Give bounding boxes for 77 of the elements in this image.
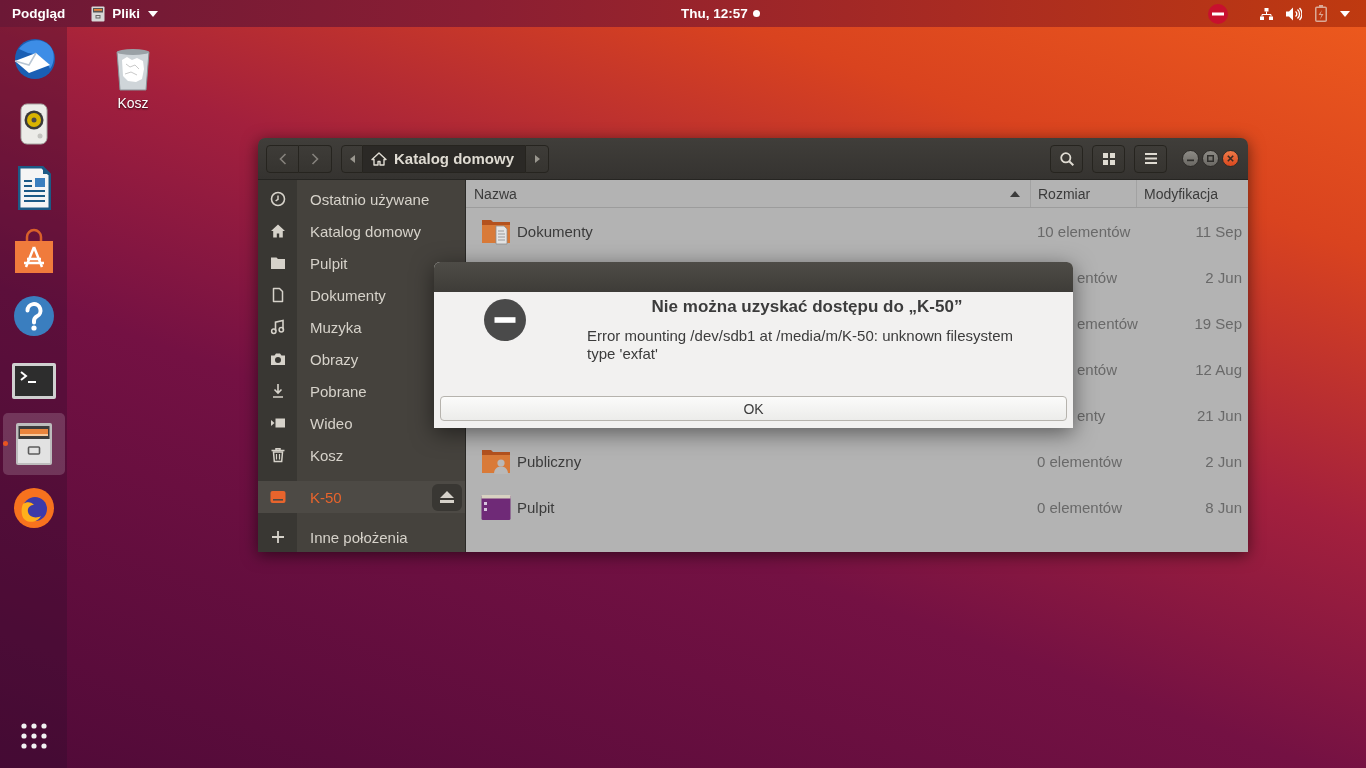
item-count: 10 elementów — [1037, 222, 1131, 240]
path-scroll-left-button[interactable] — [341, 144, 363, 173]
file-name: Dokumenty — [517, 222, 593, 240]
sidebar-item[interactable]: Ostatnio używane — [258, 183, 465, 215]
modified-date: 21 Jun — [1196, 406, 1242, 424]
search-button[interactable] — [1050, 144, 1083, 173]
triangle-left-icon — [349, 154, 355, 163]
item-count: ementów — [1077, 314, 1138, 332]
home-icon — [371, 151, 387, 166]
ok-button[interactable]: OK — [440, 396, 1067, 421]
sidebar-item[interactable]: Muzyka — [258, 311, 465, 343]
modified-date: 2 Jun — [1205, 452, 1242, 470]
chevron-right-icon — [311, 152, 319, 165]
eject-icon — [440, 491, 454, 503]
dock-launcher[interactable] — [3, 413, 65, 475]
desktop-shortcut[interactable]: Kosz — [98, 44, 168, 112]
close-icon — [1227, 155, 1234, 162]
modified-date: 8 Jun — [1205, 498, 1242, 516]
close-button[interactable] — [1222, 150, 1239, 167]
plus-icon — [270, 529, 286, 545]
file-name: Pulpit — [517, 498, 555, 516]
error-message: Error mounting /dev/sdb1 at /media/m/K-50: unknown filesystem type 'exfat' — [587, 327, 1015, 363]
error-icon — [484, 299, 526, 341]
app-grid-icon[interactable] — [20, 722, 48, 750]
item-count: 0 elementów — [1037, 452, 1123, 470]
path-scroll-right-button[interactable] — [525, 144, 549, 173]
battery-icon — [1315, 5, 1327, 22]
menu-button[interactable] — [1134, 144, 1167, 173]
caret-down-icon — [148, 10, 158, 17]
sidebar-item[interactable]: Kosz — [258, 439, 465, 471]
item-count: entów — [1077, 360, 1118, 378]
activities-button[interactable]: Podgląd — [0, 0, 78, 27]
modified-date: 19 Sep — [1194, 314, 1242, 332]
column-header[interactable]: Modyfikacja — [1136, 180, 1248, 207]
search-icon — [1059, 151, 1074, 166]
caret-down-icon — [1340, 10, 1350, 17]
grid-icon — [1102, 152, 1115, 165]
eject-button[interactable] — [432, 483, 462, 511]
modified-date: 12 Aug — [1195, 360, 1242, 378]
folder-icon — [270, 255, 286, 271]
triangle-right-icon — [534, 154, 540, 163]
minimize-button[interactable] — [1182, 150, 1199, 167]
network-icon — [1260, 7, 1273, 20]
drive-icon — [270, 489, 286, 505]
download-icon — [270, 383, 286, 399]
item-count: 0 elementów — [1037, 498, 1123, 516]
dialog-title: Nie można uzyskać dostępu do „K-50” — [650, 296, 964, 317]
volume-icon — [1286, 6, 1302, 21]
path-button[interactable]: Katalog domowy — [363, 144, 525, 173]
no-entry-icon[interactable] — [1208, 3, 1228, 24]
item-count: enty — [1077, 406, 1106, 424]
item-count: entów — [1077, 268, 1118, 286]
file-cabinet-icon — [91, 5, 106, 22]
camera-icon — [270, 351, 286, 367]
file-name: Publiczny — [517, 452, 582, 470]
menu-icon — [1144, 153, 1157, 164]
column-header[interactable]: Nazwa — [466, 180, 1030, 207]
maximize-icon — [1207, 155, 1214, 162]
clock-icon — [270, 191, 286, 207]
desktop-folder-icon — [481, 492, 511, 522]
sidebar-item[interactable]: Inne położenia — [258, 521, 465, 552]
document-icon — [270, 287, 286, 303]
trash-icon — [270, 447, 286, 463]
maximize-button[interactable] — [1202, 150, 1219, 167]
music-note-icon — [270, 319, 286, 335]
column-header[interactable]: Rozmiar — [1030, 180, 1136, 207]
chevron-left-icon — [278, 152, 287, 165]
sidebar-item[interactable]: Pulpit — [258, 247, 465, 279]
clock-button[interactable]: Thu, 12:57 — [681, 0, 760, 27]
home-icon — [270, 223, 286, 239]
modified-date: 11 Sep — [1195, 222, 1242, 240]
sidebar-item[interactable]: Katalog domowy — [258, 215, 465, 247]
modified-date: 2 Jun — [1205, 268, 1242, 286]
view-button[interactable] — [1092, 144, 1125, 173]
sidebar-item[interactable]: Obrazy — [258, 343, 465, 375]
app-menu-button[interactable]: Pliki — [85, 0, 164, 27]
sidebar-item[interactable]: Dokumenty — [258, 279, 465, 311]
